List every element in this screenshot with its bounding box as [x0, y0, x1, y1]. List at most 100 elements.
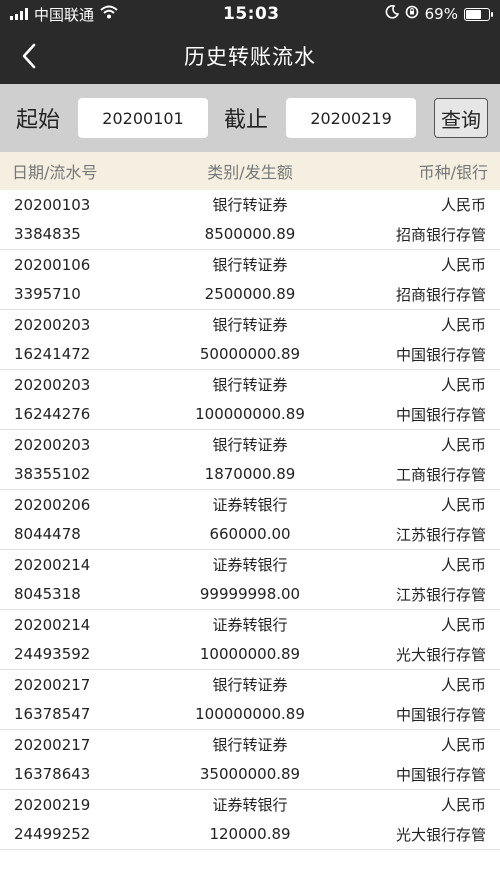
record-bank: 招商银行存管 [395, 225, 486, 244]
battery-percent: 69% [424, 5, 458, 23]
record-bank: 光大银行存管 [395, 825, 486, 844]
clock: 15:03 [223, 4, 280, 24]
end-date-label: 截止 [224, 108, 269, 133]
nav-bar: 历史转账流水 [0, 28, 500, 84]
record-serial: 16378547 [14, 705, 91, 724]
record-serial: 24493592 [14, 645, 91, 664]
start-date-input[interactable] [78, 98, 209, 138]
record-bank: 中国银行存管 [395, 765, 486, 784]
record-type: 银行转证券 [212, 676, 288, 695]
carrier-label: 中国联通 [34, 5, 95, 24]
record-line: 20200206 证券转银行 人民币 [0, 490, 500, 520]
record-date: 20200106 [14, 255, 91, 274]
page-title: 历史转账流水 [184, 45, 316, 69]
header-date-serial: 日期/流水号 [12, 163, 98, 182]
transfer-record-list: 20200103 银行转证券 人民币 3384835 8500000.89 招商银行存管 2… [0, 190, 500, 850]
record-bank: 江苏银行存管 [395, 585, 486, 604]
record-currency: 人民币 [440, 496, 486, 515]
record-line: 20200203 银行转证券 人民币 [0, 430, 500, 460]
table-row[interactable]: 20200106 银行转证券 人民币 3395710 2500000.89 招商银行存管 [0, 250, 500, 310]
back-button[interactable] [14, 40, 44, 72]
record-amount: 50000000.89 [199, 345, 301, 364]
record-line: 20200103 银行转证券 人民币 [0, 190, 500, 220]
battery-fill [465, 9, 482, 19]
record-line: 20200106 银行转证券 人民币 [0, 250, 500, 280]
table-row[interactable]: 20200203 银行转证券 人民币 38355102 1870000.89 工商银行存管 [0, 430, 500, 490]
record-line: 3384835 8500000.89 招商银行存管 [0, 220, 500, 250]
record-serial: 16378643 [14, 765, 91, 784]
record-type: 银行转证券 [212, 376, 288, 395]
record-line: 20200203 银行转证券 人民币 [0, 370, 500, 400]
record-amount: 120000.89 [209, 825, 291, 844]
record-amount: 100000000.89 [195, 705, 305, 724]
record-date: 20200214 [14, 555, 91, 574]
record-line: 16244276 100000000.89 中国银行存管 [0, 400, 500, 430]
table-row[interactable]: 20200217 银行转证券 人民币 16378643 35000000.89 中国银行存… [0, 730, 500, 790]
query-button[interactable]: 查询 [434, 98, 488, 138]
chevron-left-icon [22, 43, 36, 69]
start-date-label: 起始 [16, 108, 61, 133]
record-serial: 16241472 [14, 345, 91, 364]
end-date-input[interactable] [286, 98, 417, 138]
record-currency: 人民币 [440, 676, 486, 695]
record-amount: 35000000.89 [199, 765, 301, 784]
table-row[interactable]: 20200203 银行转证券 人民币 16241472 50000000.89 中国银行存… [0, 310, 500, 370]
record-bank: 江苏银行存管 [395, 525, 486, 544]
record-date: 20200217 [14, 675, 91, 694]
signal-icon [10, 8, 28, 20]
record-line: 20200214 证券转银行 人民币 [0, 550, 500, 580]
record-serial: 16244276 [14, 405, 91, 424]
record-amount: 99999998.00 [199, 585, 301, 604]
record-line: 20200219 证券转银行 人民币 [0, 790, 500, 820]
record-line: 8044478 660000.00 江苏银行存管 [0, 520, 500, 550]
record-currency: 人民币 [440, 556, 486, 575]
record-bank: 中国银行存管 [395, 405, 486, 424]
record-serial: 3384835 [14, 225, 81, 244]
record-type: 银行转证券 [212, 436, 288, 455]
record-date: 20200214 [14, 615, 91, 634]
record-line: 38355102 1870000.89 工商银行存管 [0, 460, 500, 490]
record-serial: 8044478 [14, 525, 81, 544]
table-row[interactable]: 20200214 证券转银行 人民币 8045318 99999998.00 江苏银行存管 [0, 550, 500, 610]
record-serial: 38355102 [14, 465, 91, 484]
record-currency: 人民币 [440, 796, 486, 815]
record-currency: 人民币 [440, 736, 486, 755]
battery-icon [463, 7, 493, 21]
orientation-lock-icon [405, 5, 419, 23]
record-date: 20200203 [14, 315, 91, 334]
record-amount: 100000000.89 [195, 405, 305, 424]
record-line: 20200203 银行转证券 人民币 [0, 310, 500, 340]
record-date: 20200217 [14, 735, 91, 754]
record-date: 20200203 [14, 375, 91, 394]
record-bank: 中国银行存管 [395, 705, 486, 724]
date-filter-bar: 起始 截止 查询 [0, 84, 500, 152]
record-line: 20200217 银行转证券 人民币 [0, 730, 500, 760]
status-right: 69% [385, 5, 493, 23]
table-row[interactable]: 20200203 银行转证券 人民币 16244276 100000000.89 中国银行… [0, 370, 500, 430]
record-serial: 24499252 [14, 825, 91, 844]
record-bank: 招商银行存管 [395, 285, 486, 304]
table-row[interactable]: 20200214 证券转银行 人民币 24493592 10000000.89 光大银行存… [0, 610, 500, 670]
record-line: 16241472 50000000.89 中国银行存管 [0, 340, 500, 370]
table-row[interactable]: 20200206 证券转银行 人民币 8044478 660000.00 江苏银行存管 [0, 490, 500, 550]
record-date: 20200103 [14, 195, 91, 214]
record-date: 20200219 [14, 795, 91, 814]
record-currency: 人民币 [440, 436, 486, 455]
table-row[interactable]: 20200217 银行转证券 人民币 16378547 100000000.89 中国银行… [0, 670, 500, 730]
record-type: 银行转证券 [212, 316, 288, 335]
record-line: 20200217 银行转证券 人民币 [0, 670, 500, 700]
record-type: 证券转银行 [212, 556, 288, 575]
record-currency: 人民币 [440, 256, 486, 275]
status-bar: 中国联通 15:03 69% [0, 0, 500, 28]
record-bank: 中国银行存管 [395, 345, 486, 364]
record-type: 证券转银行 [212, 616, 288, 635]
record-currency: 人民币 [440, 316, 486, 335]
table-row[interactable]: 20200219 证券转银行 人民币 24499252 120000.89 光大银行存管 [0, 790, 500, 850]
record-line: 20200214 证券转银行 人民币 [0, 610, 500, 640]
header-type-amount: 类别/发生额 [207, 163, 293, 182]
record-bank: 光大银行存管 [395, 645, 486, 664]
record-serial: 3395710 [14, 285, 81, 304]
record-type: 证券转银行 [212, 496, 288, 515]
table-row[interactable]: 20200103 银行转证券 人民币 3384835 8500000.89 招商银行存管 [0, 190, 500, 250]
record-amount: 1870000.89 [204, 465, 296, 484]
